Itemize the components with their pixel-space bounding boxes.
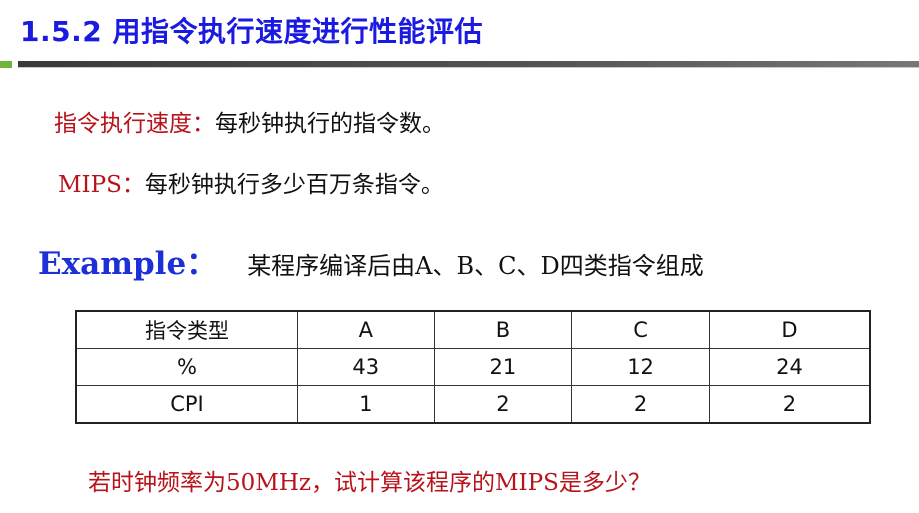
table-header-cell: B xyxy=(433,310,573,349)
title-divider-shadow xyxy=(18,67,919,68)
table-cell: CPI xyxy=(75,385,298,424)
example-text: 某程序编译后由A、B、C、D四类指令组成 xyxy=(247,252,704,280)
definition-term: MIPS： xyxy=(58,172,145,198)
table-cell: 1 xyxy=(296,385,435,424)
table-cell: 24 xyxy=(708,348,871,386)
table-header-cell: D xyxy=(708,310,871,349)
question-text: 若时钟频率为50MHz，试计算该程序的MIPS是多少？ xyxy=(88,470,651,496)
definition-term: 指令执行速度： xyxy=(54,111,215,137)
table-cell: 2 xyxy=(571,385,710,424)
table-header-row: 指令类型 A B C D xyxy=(75,310,871,349)
definition-instruction-speed: 指令执行速度：每秒钟执行的指令数。 xyxy=(54,104,445,138)
table-cell: 2 xyxy=(433,385,573,424)
table-cell: 43 xyxy=(296,348,435,386)
definition-text: 每秒钟执行的指令数。 xyxy=(215,111,445,137)
table-header-cell: C xyxy=(571,310,710,349)
table-cell: 12 xyxy=(571,348,710,386)
table-cell: 2 xyxy=(708,385,871,424)
table-cell: % xyxy=(75,348,298,386)
slide-title: 1.5.2 用指令执行速度进行性能评估 xyxy=(20,15,483,48)
table-cell: 21 xyxy=(433,348,573,386)
title-accent-green xyxy=(0,61,12,68)
table-row: CPI 1 2 2 2 xyxy=(75,385,871,424)
table-header-cell: A xyxy=(296,310,435,349)
instruction-mix-table: 指令类型 A B C D % 43 21 12 24 CPI 1 2 2 2 xyxy=(75,310,871,424)
table-row: % 43 21 12 24 xyxy=(75,348,871,386)
definition-text: 每秒钟执行多少百万条指令。 xyxy=(144,172,444,198)
example-label: Example： xyxy=(38,246,218,282)
example-row: Example： 某程序编译后由A、B、C、D四类指令组成 xyxy=(38,238,704,283)
table-header-cell: 指令类型 xyxy=(75,310,298,349)
definition-mips: MIPS：每秒钟执行多少百万条指令。 xyxy=(58,165,444,199)
